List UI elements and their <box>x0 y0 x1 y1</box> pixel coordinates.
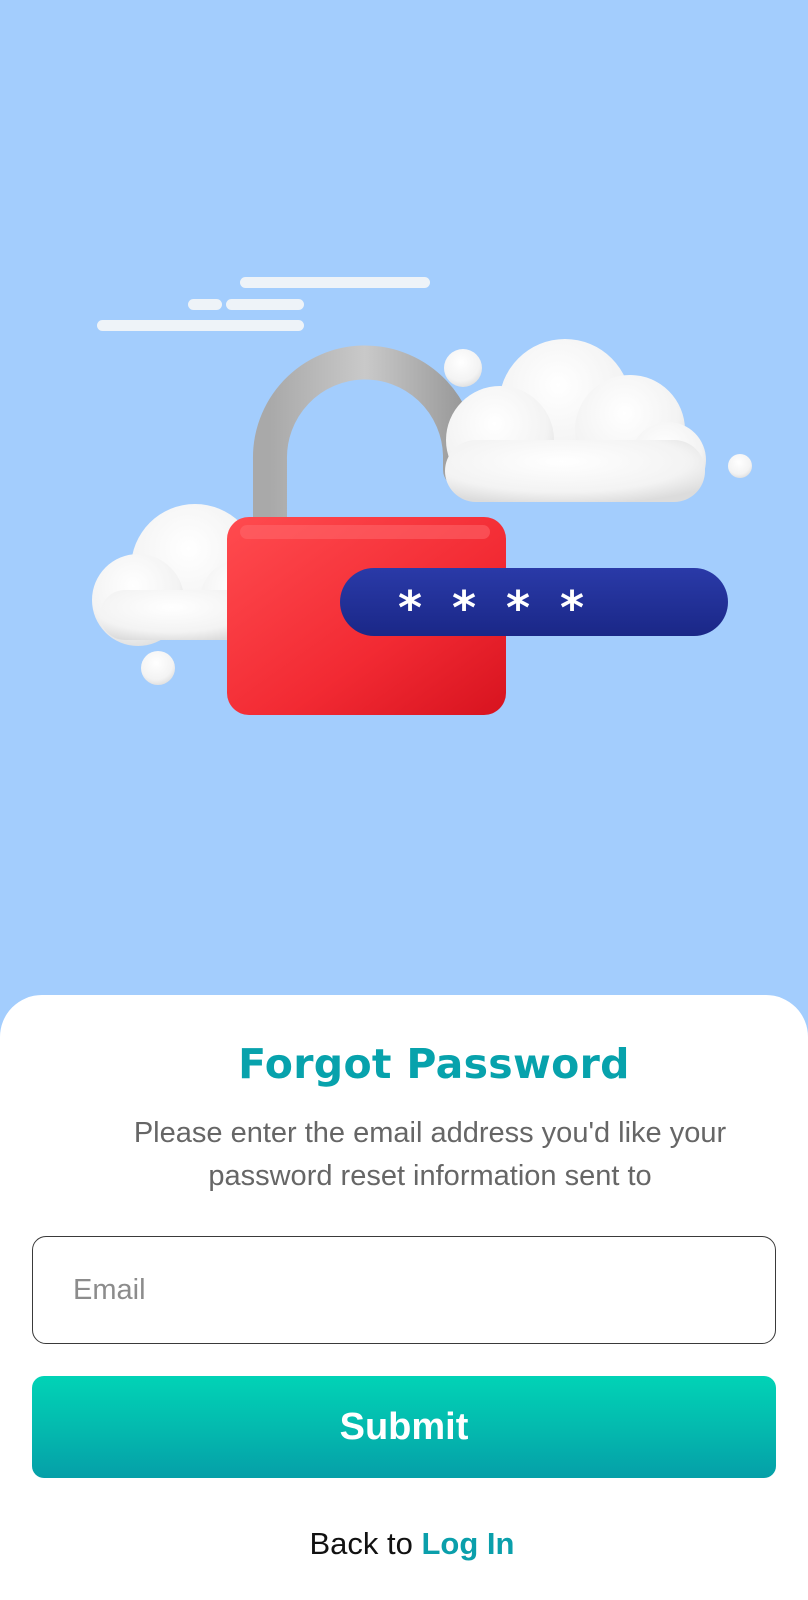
password-bar-icon: * * * * <box>340 568 728 636</box>
cloud-right-icon <box>445 339 706 502</box>
bubble-icon <box>728 454 752 478</box>
back-to-login-row: Back to Log In <box>0 1526 808 1562</box>
svg-text:*: * <box>398 581 422 635</box>
hero-illustration: * * * * <box>0 0 808 1000</box>
submit-button[interactable]: Submit <box>32 1376 776 1478</box>
email-field[interactable] <box>32 1236 776 1344</box>
bubble-icon <box>444 349 482 387</box>
speed-lines <box>97 277 430 331</box>
email-input[interactable] <box>33 1237 775 1343</box>
svg-text:*: * <box>452 581 476 635</box>
shackle-icon <box>252 345 477 547</box>
padlock-password-icon: * * * * <box>92 277 752 715</box>
back-prefix-text: Back to <box>309 1526 422 1561</box>
page-title: Forgot Password <box>238 1040 630 1088</box>
svg-text:*: * <box>506 581 530 635</box>
login-link[interactable]: Log In <box>422 1526 515 1561</box>
page-description: Please enter the email address you'd lik… <box>133 1117 727 1192</box>
svg-text:*: * <box>560 581 584 635</box>
bubble-icon <box>141 651 175 685</box>
